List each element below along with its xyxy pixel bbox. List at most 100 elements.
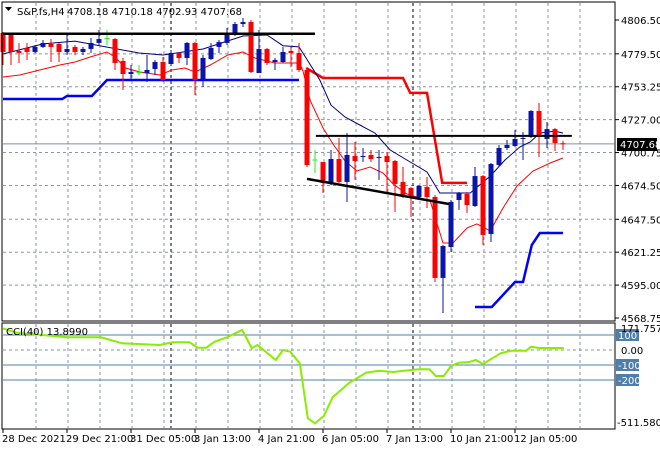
candle — [248, 20, 254, 74]
cci-label: CCI(40) 13.8990 — [6, 327, 88, 338]
candle — [528, 109, 534, 138]
symbol-label: S&P.fs,H4 — [17, 7, 65, 18]
candle-body — [376, 156, 382, 159]
candle-body — [104, 38, 110, 40]
price-tick-label: 4674.50 — [621, 181, 660, 192]
candle-body — [208, 47, 214, 59]
candle-body — [560, 143, 566, 145]
candle-body — [160, 61, 166, 81]
chart-header: S&P.fs,H4 4708.18 4710.18 4702.93 4707.6… — [5, 7, 242, 18]
candle-body — [112, 39, 118, 63]
cci-level-label: -100 — [618, 361, 641, 372]
candle-body — [56, 43, 62, 52]
candle-body — [328, 159, 334, 183]
candle-body — [40, 42, 46, 47]
candle-body — [336, 159, 342, 182]
candle-body — [128, 72, 134, 75]
candle-body — [264, 48, 270, 63]
candle-body — [304, 70, 310, 166]
price-tick-label: 4621.25 — [621, 248, 660, 259]
time-tick-label: 3 Jan 13:00 — [194, 434, 251, 445]
candle — [480, 175, 486, 245]
candle-body — [80, 48, 86, 52]
candle-body — [16, 50, 22, 53]
candle-body — [464, 193, 470, 206]
candle-body — [448, 201, 454, 247]
candle — [264, 47, 270, 65]
candle — [304, 68, 310, 168]
current-price-marker: 4707.68 — [617, 138, 660, 151]
cci-min-label: -511.5801 — [617, 418, 660, 429]
candle-body — [152, 61, 158, 70]
candle-body — [360, 155, 366, 157]
background — [0, 0, 660, 450]
time-tick-label: 12 Jan 05:00 — [514, 434, 577, 445]
candle-body — [384, 155, 390, 163]
candle-body — [64, 48, 70, 52]
candle-body — [496, 147, 502, 166]
candle-body — [232, 24, 238, 34]
candle-body — [248, 22, 254, 73]
candle-body — [440, 245, 446, 278]
cci-max-label: 171.757 — [621, 324, 660, 335]
price-tick-label: 4595.00 — [621, 281, 660, 292]
candle-body — [120, 60, 126, 75]
candle-body — [176, 52, 182, 58]
price-tick-label: 4753.25 — [621, 83, 660, 94]
candle-body — [216, 42, 222, 47]
candle-body — [312, 159, 318, 161]
candle-body — [88, 42, 94, 49]
candle-body — [0, 33, 6, 52]
candle-body — [432, 196, 438, 278]
candle-body — [536, 110, 542, 137]
candle-body — [288, 50, 294, 53]
candle — [448, 199, 454, 253]
cci-level-label: 0.00 — [621, 346, 643, 357]
candle-body — [8, 35, 14, 52]
candle-body — [424, 186, 430, 197]
candle — [488, 163, 494, 242]
candle-body — [520, 137, 526, 139]
candle-body — [344, 154, 350, 182]
candle-body — [352, 155, 358, 162]
candle-body — [72, 46, 78, 52]
ohlc-label: 4708.18 4710.18 4702.93 4707.68 — [67, 7, 242, 18]
candle-body — [256, 48, 262, 74]
candle — [432, 194, 438, 282]
candle-body — [24, 47, 30, 52]
candle-body — [392, 161, 398, 184]
candle-body — [32, 46, 38, 52]
current-price-label: 4707.68 — [620, 140, 660, 151]
time-tick-label: 29 Dec 21:00 — [66, 434, 133, 445]
candle-body — [272, 59, 278, 62]
candle-body — [200, 57, 206, 81]
time-tick-label: 6 Jan 05:00 — [322, 434, 379, 445]
candle-body — [144, 70, 150, 74]
candle — [416, 184, 422, 198]
candle-body — [488, 164, 494, 234]
cci-level-label: -200 — [618, 376, 641, 387]
candle-body — [296, 52, 302, 71]
trading-chart[interactable]: 4806.504779.504753.254727.004700.754674.… — [0, 0, 660, 450]
time-tick-label: 10 Jan 21:00 — [450, 434, 513, 445]
candle-body — [504, 144, 510, 148]
candle-body — [136, 72, 142, 74]
candle-body — [168, 52, 174, 64]
time-tick-label: 28 Dec 2021 — [2, 434, 66, 445]
candle-body — [528, 110, 534, 137]
price-tick-label: 4647.50 — [621, 215, 660, 226]
candle-body — [544, 129, 550, 139]
candle-body — [48, 43, 54, 47]
candle-body — [96, 39, 102, 43]
candle-body — [320, 162, 326, 183]
time-tick-label: 4 Jan 21:00 — [258, 434, 315, 445]
price-tick-label: 4806.50 — [621, 16, 660, 27]
time-tick-label: 31 Dec 05:00 — [130, 434, 197, 445]
candle-body — [512, 138, 518, 146]
candle-body — [280, 51, 286, 62]
time-tick-label: 7 Jan 13:00 — [386, 434, 443, 445]
candle-body — [456, 192, 462, 200]
candle-body — [416, 185, 422, 197]
price-tick-label: 4779.50 — [621, 50, 660, 61]
candle — [496, 144, 502, 168]
